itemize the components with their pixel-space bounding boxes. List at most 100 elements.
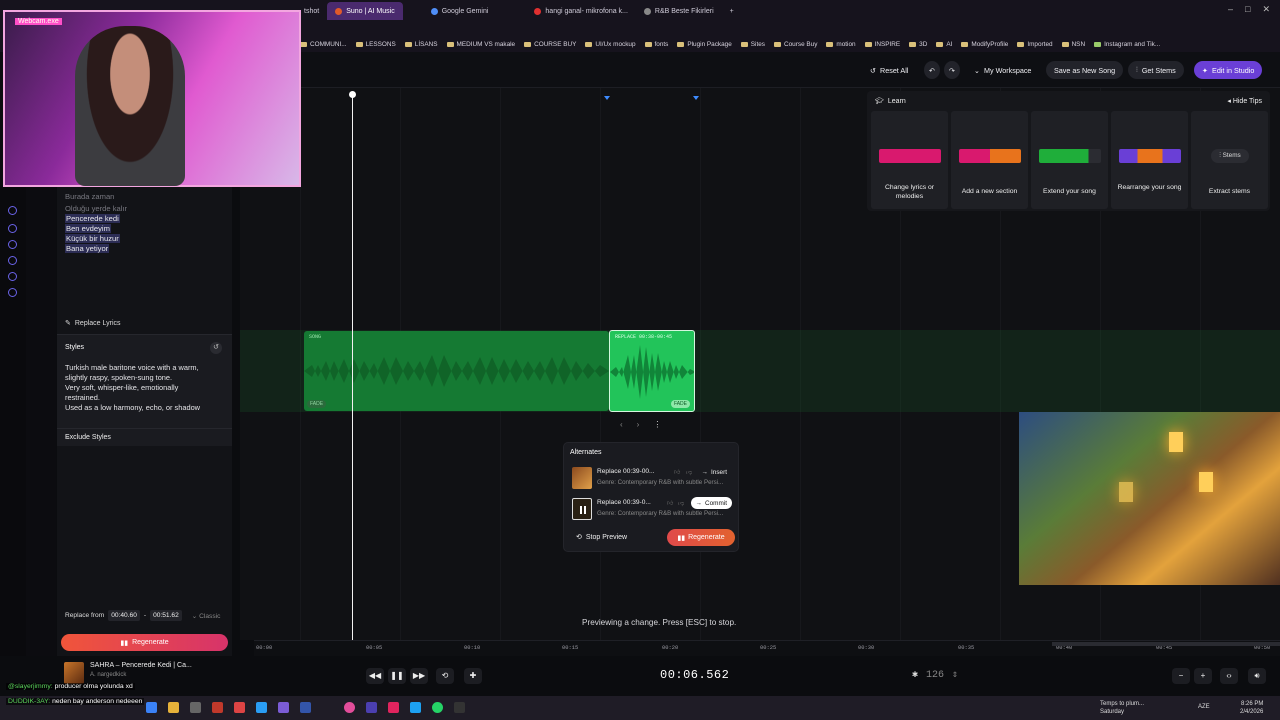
bookmark[interactable]: MEDIUM VS makale xyxy=(446,41,515,48)
thumbs-up-icon[interactable]: 👍︎ xyxy=(667,499,673,507)
undo-button[interactable]: ↶ xyxy=(924,61,940,79)
fast-forward-button[interactable]: ▶▶ xyxy=(410,668,428,684)
bookmark[interactable]: Instagram and Tik... xyxy=(1094,41,1160,48)
chevron-right-icon[interactable]: › xyxy=(637,420,640,429)
bookmark[interactable]: LESSONS xyxy=(355,41,396,48)
explorer-icon[interactable] xyxy=(168,702,179,713)
scroll-bar[interactable] xyxy=(1052,642,1280,646)
thumbs-up-icon[interactable]: 👍︎ xyxy=(674,468,680,476)
nav-icon[interactable] xyxy=(8,288,17,297)
fade-handle[interactable]: FADE xyxy=(670,400,690,408)
alternate-thumbnail[interactable] xyxy=(572,498,592,520)
region-end-marker[interactable] xyxy=(693,96,699,100)
system-clock[interactable]: 8:26 PM 2/4/2026 xyxy=(1240,700,1263,716)
tab-youtube[interactable]: hangi ganal- mikrofona k... xyxy=(526,2,636,20)
bookmark[interactable]: UI/Ux mockup xyxy=(585,41,636,48)
app-icon[interactable] xyxy=(344,702,355,713)
zoom-out-button[interactable]: − xyxy=(1172,668,1190,684)
edit-in-studio-button[interactable]: ✦ Edit in Studio xyxy=(1194,61,1263,79)
styles-textarea[interactable]: Turkish male baritone voice with a warm,… xyxy=(65,363,215,413)
classic-toggle[interactable]: ⌄ Classic xyxy=(192,612,221,620)
nav-icon[interactable] xyxy=(8,240,17,249)
nav-icon[interactable] xyxy=(8,256,17,265)
fit-button[interactable]: ‹› xyxy=(1220,668,1238,684)
edge-icon[interactable] xyxy=(146,702,157,713)
new-tab-button[interactable]: + xyxy=(722,2,742,20)
nav-icon[interactable] xyxy=(8,272,17,281)
regenerate-button[interactable]: ▮▮ Regenerate xyxy=(61,634,228,651)
get-stems-button[interactable]: ⫶ Get Stems xyxy=(1128,61,1184,79)
bookmark[interactable]: INSPIRE xyxy=(864,41,900,48)
lyric-line[interactable]: Pencerede kedi xyxy=(65,214,120,223)
app-icon[interactable] xyxy=(366,702,377,713)
song-clip[interactable]: SONG FADE xyxy=(304,331,609,411)
region-start-marker[interactable] xyxy=(604,96,610,100)
bpm-control[interactable]: ✱ 126 ⇕ xyxy=(912,669,958,682)
tab-suno[interactable]: Suno | AI Music xyxy=(327,2,403,20)
lyric-line[interactable]: Küçük bir huzur xyxy=(65,234,120,243)
tab-rnb[interactable]: R&B Beste Fikirleri xyxy=(636,2,722,20)
reset-all-button[interactable]: ↺ Reset All xyxy=(862,61,916,79)
fade-handle[interactable]: FADE xyxy=(307,400,327,408)
exclude-styles-toggle[interactable]: Exclude Styles ⌄ xyxy=(57,428,232,446)
chevron-left-icon[interactable]: ‹ xyxy=(620,420,623,429)
alternate-item[interactable]: Replace 00:39-00... Genre: Contemporary … xyxy=(570,465,736,491)
bookmark[interactable]: Plugin Package xyxy=(677,41,732,48)
app-icon[interactable] xyxy=(300,702,311,713)
app-icon[interactable] xyxy=(212,702,223,713)
workspace-dropdown[interactable]: ⌄ My Workspace xyxy=(966,61,1039,79)
to-time-input[interactable]: 00:51.62 xyxy=(150,610,182,621)
app-icon[interactable] xyxy=(190,702,201,713)
bookmark[interactable]: fonts xyxy=(644,41,668,48)
playhead[interactable] xyxy=(352,92,353,640)
styles-reset-icon[interactable]: ↺ xyxy=(210,342,222,354)
bookmark[interactable]: motion xyxy=(826,41,856,48)
bookmark[interactable]: NSN xyxy=(1061,41,1085,48)
redo-button[interactable]: ↷ xyxy=(944,61,960,79)
playhead-handle[interactable] xyxy=(349,91,356,98)
thumbs-down-icon[interactable]: 👎︎ xyxy=(678,499,684,507)
more-icon[interactable]: ⋮ xyxy=(653,420,661,429)
bookmark[interactable]: Imported xyxy=(1017,41,1053,48)
now-playing[interactable]: SAHRA – Pencerede Kedi | Ca... A. narged… xyxy=(64,662,192,684)
snap-button[interactable]: ✚ xyxy=(464,668,482,684)
app-icon[interactable] xyxy=(388,702,399,713)
loop-button[interactable]: ⟲ xyxy=(436,668,454,684)
bookmark[interactable]: Course Buy xyxy=(774,41,817,48)
bookmark[interactable]: Sites xyxy=(740,41,765,48)
learn-card-change-lyrics[interactable]: Change lyrics or melodies xyxy=(871,111,948,209)
pause-button[interactable]: ❚❚ xyxy=(388,668,406,684)
maximize-icon[interactable]: □ xyxy=(1245,4,1250,15)
zoom-in-button[interactable]: + xyxy=(1194,668,1212,684)
commit-button[interactable]: → Commit xyxy=(690,497,732,509)
stepper-icon[interactable]: ⇕ xyxy=(952,669,958,681)
nav-icon[interactable] xyxy=(8,224,17,233)
from-time-input[interactable]: 00:40.60 xyxy=(108,610,140,621)
language-indicator[interactable]: AZE xyxy=(1198,704,1210,710)
alternate-item[interactable]: Replace 00:39-0... Genre: Contemporary R… xyxy=(570,496,736,522)
learn-card-extend[interactable]: Extend your song xyxy=(1031,111,1108,209)
app-icon[interactable] xyxy=(454,702,465,713)
replace-clip[interactable]: REPLACE 00:38-00:45 FADE xyxy=(609,330,695,412)
whatsapp-icon[interactable] xyxy=(432,702,443,713)
app-icon[interactable] xyxy=(410,702,421,713)
insert-button[interactable]: → Insert xyxy=(697,466,732,478)
bookmark[interactable]: COMMUNI... xyxy=(300,41,347,48)
thumbs-down-icon[interactable]: 👎︎ xyxy=(686,468,692,476)
close-icon[interactable]: ✕ xyxy=(1262,4,1270,15)
rewind-button[interactable]: ◀◀ xyxy=(366,668,384,684)
lyric-line[interactable]: Bana yetiyor xyxy=(65,244,110,253)
app-icon[interactable] xyxy=(256,702,267,713)
bookmark[interactable]: ModifyProfile xyxy=(961,41,1008,48)
learn-card-extract-stems[interactable]: ⫶ Stems Extract stems xyxy=(1191,111,1268,209)
nav-icon[interactable] xyxy=(8,206,17,215)
bookmark[interactable]: AI xyxy=(936,41,952,48)
lyric-line[interactable]: Ben evdeyim xyxy=(65,224,111,233)
stop-preview-button[interactable]: ⟲ Stop Preview xyxy=(576,533,627,542)
bookmark[interactable]: LİSANS xyxy=(404,41,438,48)
save-as-new-song-button[interactable]: Save as New Song xyxy=(1046,61,1124,79)
tab-gemini[interactable]: Google Gemini xyxy=(423,2,497,20)
hide-tips-button[interactable]: ◂ Hide Tips xyxy=(1227,97,1262,105)
bookmark[interactable]: 3D xyxy=(909,41,927,48)
weather-widget[interactable]: Temps to plum... Saturday xyxy=(1100,700,1144,716)
